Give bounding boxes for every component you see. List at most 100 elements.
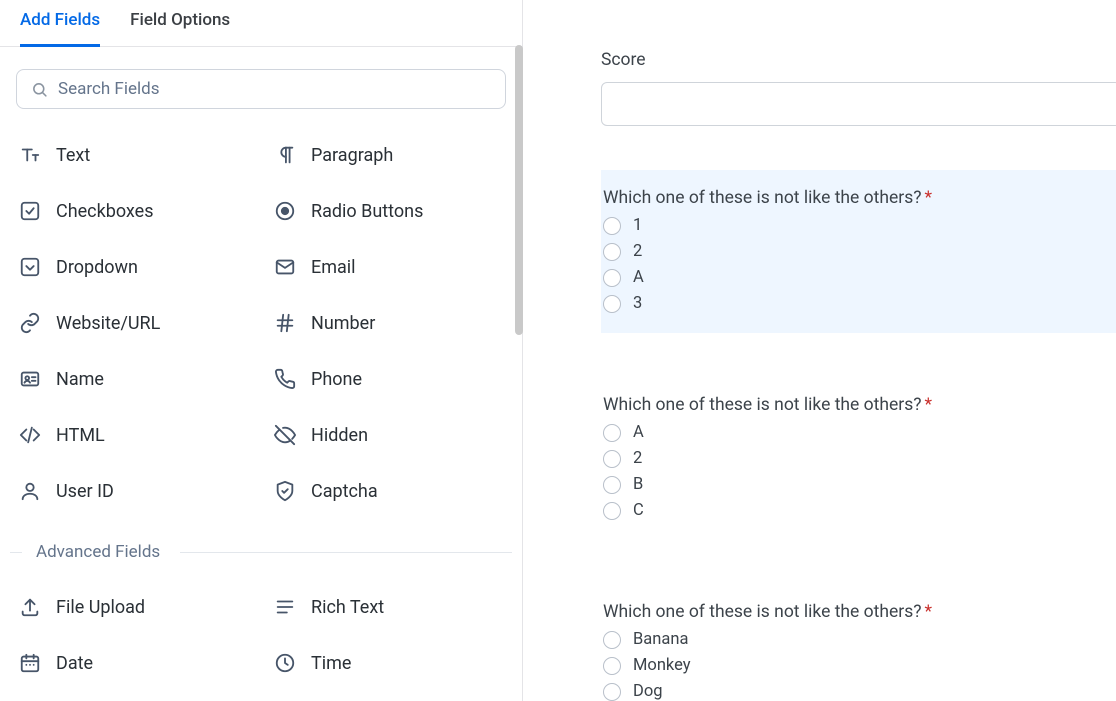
option-label: A bbox=[633, 268, 644, 287]
field-label: Time bbox=[311, 653, 351, 674]
option-label: Dog bbox=[633, 682, 663, 701]
question-label: Which one of these is not like the other… bbox=[603, 395, 1116, 415]
advanced-fields-divider: Advanced Fields bbox=[0, 533, 522, 571]
tab-add-fields[interactable]: Add Fields bbox=[20, 10, 100, 47]
paragraph-icon bbox=[273, 143, 297, 167]
search-placeholder: Search Fields bbox=[58, 79, 159, 99]
field-website[interactable]: Website/URL bbox=[6, 295, 261, 351]
search-input[interactable]: Search Fields bbox=[16, 69, 506, 109]
user-icon bbox=[18, 479, 42, 503]
radio-option[interactable]: A bbox=[603, 423, 1116, 442]
question-block[interactable]: Which one of these is not like the other… bbox=[601, 584, 1116, 701]
field-label: Rich Text bbox=[311, 597, 384, 618]
advanced-fields-grid: File Upload Rich Text Date Time bbox=[0, 571, 522, 695]
form-canvas: Score Which one of these is not like the… bbox=[523, 0, 1116, 701]
radio-option[interactable]: Banana bbox=[603, 630, 1116, 649]
radio-option[interactable]: A bbox=[603, 268, 1116, 287]
question-block[interactable]: Which one of these is not like the other… bbox=[601, 377, 1116, 540]
field-label: Text bbox=[56, 145, 90, 166]
score-input[interactable] bbox=[601, 82, 1116, 126]
fields-sidebar: Add Fields Field Options Search Fields T… bbox=[0, 0, 523, 701]
field-date[interactable]: Date bbox=[6, 635, 261, 691]
field-radio[interactable]: Radio Buttons bbox=[261, 183, 516, 239]
checkbox-icon bbox=[18, 199, 42, 223]
app-root: Add Fields Field Options Search Fields T… bbox=[0, 0, 1116, 701]
radio-icon bbox=[603, 424, 621, 442]
question-block[interactable]: Which one of these is not like the other… bbox=[601, 170, 1116, 333]
field-phone[interactable]: Phone bbox=[261, 351, 516, 407]
score-field-label: Score bbox=[601, 50, 1116, 70]
radio-icon bbox=[603, 269, 621, 287]
radio-icon bbox=[603, 243, 621, 261]
shield-check-icon bbox=[273, 479, 297, 503]
field-html[interactable]: HTML bbox=[6, 407, 261, 463]
scrollbar-thumb[interactable] bbox=[515, 45, 523, 335]
search-wrap: Search Fields bbox=[0, 47, 522, 119]
field-email[interactable]: Email bbox=[261, 239, 516, 295]
field-text[interactable]: Text bbox=[6, 127, 261, 183]
field-name[interactable]: Name bbox=[6, 351, 261, 407]
option-label: B bbox=[633, 475, 643, 494]
option-label: 1 bbox=[633, 216, 642, 235]
radio-option[interactable]: C bbox=[603, 501, 1116, 520]
clock-icon bbox=[273, 651, 297, 675]
field-time[interactable]: Time bbox=[261, 635, 516, 691]
radio-icon bbox=[603, 295, 621, 313]
field-label: Dropdown bbox=[56, 257, 138, 278]
field-userid[interactable]: User ID bbox=[6, 463, 261, 519]
id-card-icon bbox=[18, 367, 42, 391]
radio-option[interactable]: Dog bbox=[603, 682, 1116, 701]
field-label: Number bbox=[311, 313, 375, 334]
required-indicator: * bbox=[925, 188, 933, 208]
option-label: Monkey bbox=[633, 656, 691, 675]
field-label: User ID bbox=[56, 481, 114, 502]
field-label: Radio Buttons bbox=[311, 201, 423, 222]
calendar-icon bbox=[18, 651, 42, 675]
search-icon bbox=[31, 81, 48, 98]
radio-icon bbox=[603, 683, 621, 701]
upload-icon bbox=[18, 595, 42, 619]
rich-text-icon bbox=[273, 595, 297, 619]
field-checkboxes[interactable]: Checkboxes bbox=[6, 183, 261, 239]
field-file-upload[interactable]: File Upload bbox=[6, 579, 261, 635]
standard-fields-grid: Text Paragraph Checkboxes Radio Buttons bbox=[0, 119, 522, 523]
questions-container: Which one of these is not like the other… bbox=[601, 170, 1116, 701]
field-paragraph[interactable]: Paragraph bbox=[261, 127, 516, 183]
radio-icon bbox=[603, 476, 621, 494]
field-rich-text[interactable]: Rich Text bbox=[261, 579, 516, 635]
field-hidden[interactable]: Hidden bbox=[261, 407, 516, 463]
section-label: Advanced Fields bbox=[28, 542, 168, 562]
option-label: Banana bbox=[633, 630, 688, 649]
radio-option[interactable]: 1 bbox=[603, 216, 1116, 235]
radio-option[interactable]: 3 bbox=[603, 294, 1116, 313]
required-indicator: * bbox=[925, 395, 933, 415]
field-label: Paragraph bbox=[311, 145, 393, 166]
field-captcha[interactable]: Captcha bbox=[261, 463, 516, 519]
option-label: A bbox=[633, 423, 644, 442]
sidebar-scrollbar[interactable] bbox=[513, 0, 523, 701]
field-label: Name bbox=[56, 369, 104, 390]
field-dropdown[interactable]: Dropdown bbox=[6, 239, 261, 295]
field-label: Email bbox=[311, 257, 356, 278]
question-label: Which one of these is not like the other… bbox=[603, 188, 1116, 208]
radio-option[interactable]: B bbox=[603, 475, 1116, 494]
code-icon bbox=[18, 423, 42, 447]
radio-option[interactable]: 2 bbox=[603, 449, 1116, 468]
field-number[interactable]: Number bbox=[261, 295, 516, 351]
field-label: Captcha bbox=[311, 481, 378, 502]
radio-option[interactable]: Monkey bbox=[603, 656, 1116, 675]
radio-icon bbox=[603, 657, 621, 675]
radio-icon bbox=[273, 199, 297, 223]
field-label: Website/URL bbox=[56, 313, 160, 334]
options-list: A 2 BC bbox=[603, 423, 1116, 520]
radio-option[interactable]: 2 bbox=[603, 242, 1116, 261]
phone-icon bbox=[273, 367, 297, 391]
radio-icon bbox=[603, 502, 621, 520]
field-label: HTML bbox=[56, 425, 105, 446]
tab-field-options[interactable]: Field Options bbox=[130, 10, 230, 46]
radio-icon bbox=[603, 450, 621, 468]
options-list: BananaMonkeyDogCat bbox=[603, 630, 1116, 701]
question-label: Which one of these is not like the other… bbox=[603, 602, 1116, 622]
field-label: Phone bbox=[311, 369, 362, 390]
field-label: Date bbox=[56, 653, 93, 674]
